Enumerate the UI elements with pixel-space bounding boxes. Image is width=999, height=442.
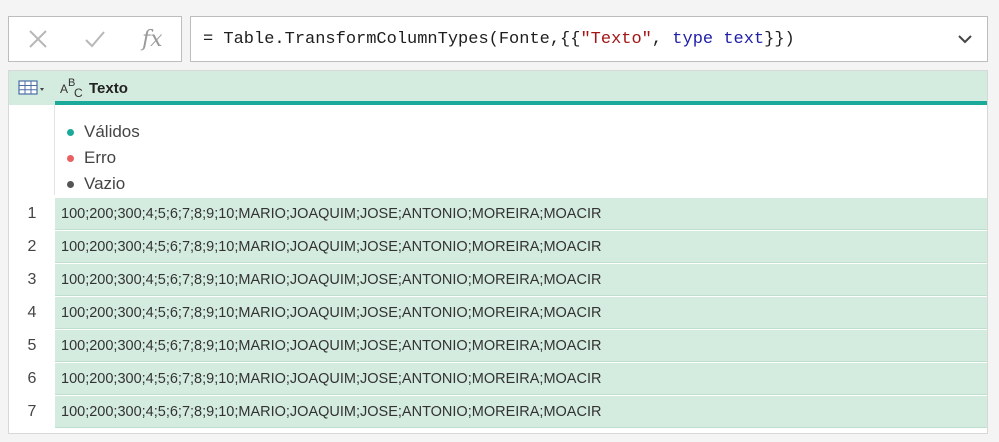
profile-empty: Vazio <box>55 171 987 197</box>
formula-prefix: = Table.TransformColumnTypes(Fonte,{{ <box>203 29 581 49</box>
abc-text-type-icon[interactable]: A B C <box>55 71 89 105</box>
checkmark-icon <box>85 31 105 48</box>
table-row: 7 100;200;300;4;5;6;7;8;9;10;MARIO;JOAQU… <box>9 396 987 429</box>
insert-function-button[interactable]: fx <box>124 17 181 61</box>
profile-valid-label: Válidos <box>84 122 140 141</box>
formula-separator: , <box>651 29 673 49</box>
table-row: 4 100;200;300;4;5;6;7;8;9;10;MARIO;JOAQU… <box>9 297 987 330</box>
row-number[interactable]: 2 <box>9 231 55 263</box>
close-icon <box>28 30 47 48</box>
column-quality-accent <box>55 101 987 105</box>
formula-string-literal: "Texto" <box>580 29 652 49</box>
cancel-formula-button[interactable] <box>9 17 66 61</box>
row-number[interactable]: 5 <box>9 330 55 362</box>
confirm-formula-button[interactable] <box>66 17 123 61</box>
empty-dot-icon <box>67 180 74 188</box>
row-number[interactable]: 7 <box>9 396 55 428</box>
formula-text[interactable]: = Table.TransformColumnTypes(Fonte,{{"Te… <box>191 30 943 49</box>
row-number[interactable]: 6 <box>9 363 55 395</box>
row-number[interactable]: 3 <box>9 264 55 296</box>
table-cell[interactable]: 100;200;300;4;5;6;7;8;9;10;MARIO;JOAQUIM… <box>55 264 987 296</box>
formula-bar-area: fx = Table.TransformColumnTypes(Fonte,{{… <box>0 0 999 70</box>
column-quality-profile: Válidos Erro Vazio <box>55 109 987 195</box>
formula-space <box>713 30 723 49</box>
svg-text:C: C <box>74 86 83 100</box>
formula-keyword-type: type <box>672 29 714 49</box>
table-grid-icon <box>18 80 44 95</box>
row-number-spacer <box>9 105 55 195</box>
valid-dot-icon <box>67 128 74 136</box>
error-dot-icon <box>67 154 74 162</box>
table-row: 1 100;200;300;4;5;6;7;8;9;10;MARIO;JOAQU… <box>9 198 987 231</box>
table-row: 2 100;200;300;4;5;6;7;8;9;10;MARIO;JOAQU… <box>9 231 987 264</box>
table-cell[interactable]: 100;200;300;4;5;6;7;8;9;10;MARIO;JOAQUIM… <box>55 396 987 428</box>
table-row: 3 100;200;300;4;5;6;7;8;9;10;MARIO;JOAQU… <box>9 264 987 297</box>
profile-valid: Válidos <box>55 119 987 145</box>
formula-input[interactable]: = Table.TransformColumnTypes(Fonte,{{"Te… <box>190 16 988 62</box>
table-row: 6 100;200;300;4;5;6;7;8;9;10;MARIO;JOAQU… <box>9 363 987 396</box>
chevron-down-icon <box>958 35 972 44</box>
text-type-glyph: A B C <box>60 77 83 100</box>
expand-formula-button[interactable] <box>943 17 987 61</box>
fx-icon: fx <box>142 26 163 52</box>
table-row: 5 100;200;300;4;5;6;7;8;9;10;MARIO;JOAQU… <box>9 330 987 363</box>
table-cell[interactable]: 100;200;300;4;5;6;7;8;9;10;MARIO;JOAQUIM… <box>55 330 987 362</box>
data-grid: A B C Texto Válidos Erro Vazio 1 100;200… <box>8 70 988 434</box>
formula-actions: fx <box>8 16 182 62</box>
table-cell[interactable]: 100;200;300;4;5;6;7;8;9;10;MARIO;JOAQUIM… <box>55 297 987 329</box>
formula-keyword-text: text <box>723 29 765 49</box>
formula-suffix: }}) <box>764 29 795 49</box>
table-menu-button[interactable] <box>9 71 55 105</box>
column-name-texto[interactable]: Texto <box>89 80 128 97</box>
table-body: 1 100;200;300;4;5;6;7;8;9;10;MARIO;JOAQU… <box>9 198 987 429</box>
row-number[interactable]: 1 <box>9 198 55 230</box>
svg-text:A: A <box>60 82 68 96</box>
profile-empty-label: Vazio <box>84 174 126 193</box>
table-cell[interactable]: 100;200;300;4;5;6;7;8;9;10;MARIO;JOAQUIM… <box>55 198 987 230</box>
profile-error: Erro <box>55 145 987 171</box>
column-header-row: A B C Texto <box>9 71 987 105</box>
row-number[interactable]: 4 <box>9 297 55 329</box>
profile-error-label: Erro <box>84 148 117 167</box>
table-cell[interactable]: 100;200;300;4;5;6;7;8;9;10;MARIO;JOAQUIM… <box>55 363 987 395</box>
table-cell[interactable]: 100;200;300;4;5;6;7;8;9;10;MARIO;JOAQUIM… <box>55 231 987 263</box>
